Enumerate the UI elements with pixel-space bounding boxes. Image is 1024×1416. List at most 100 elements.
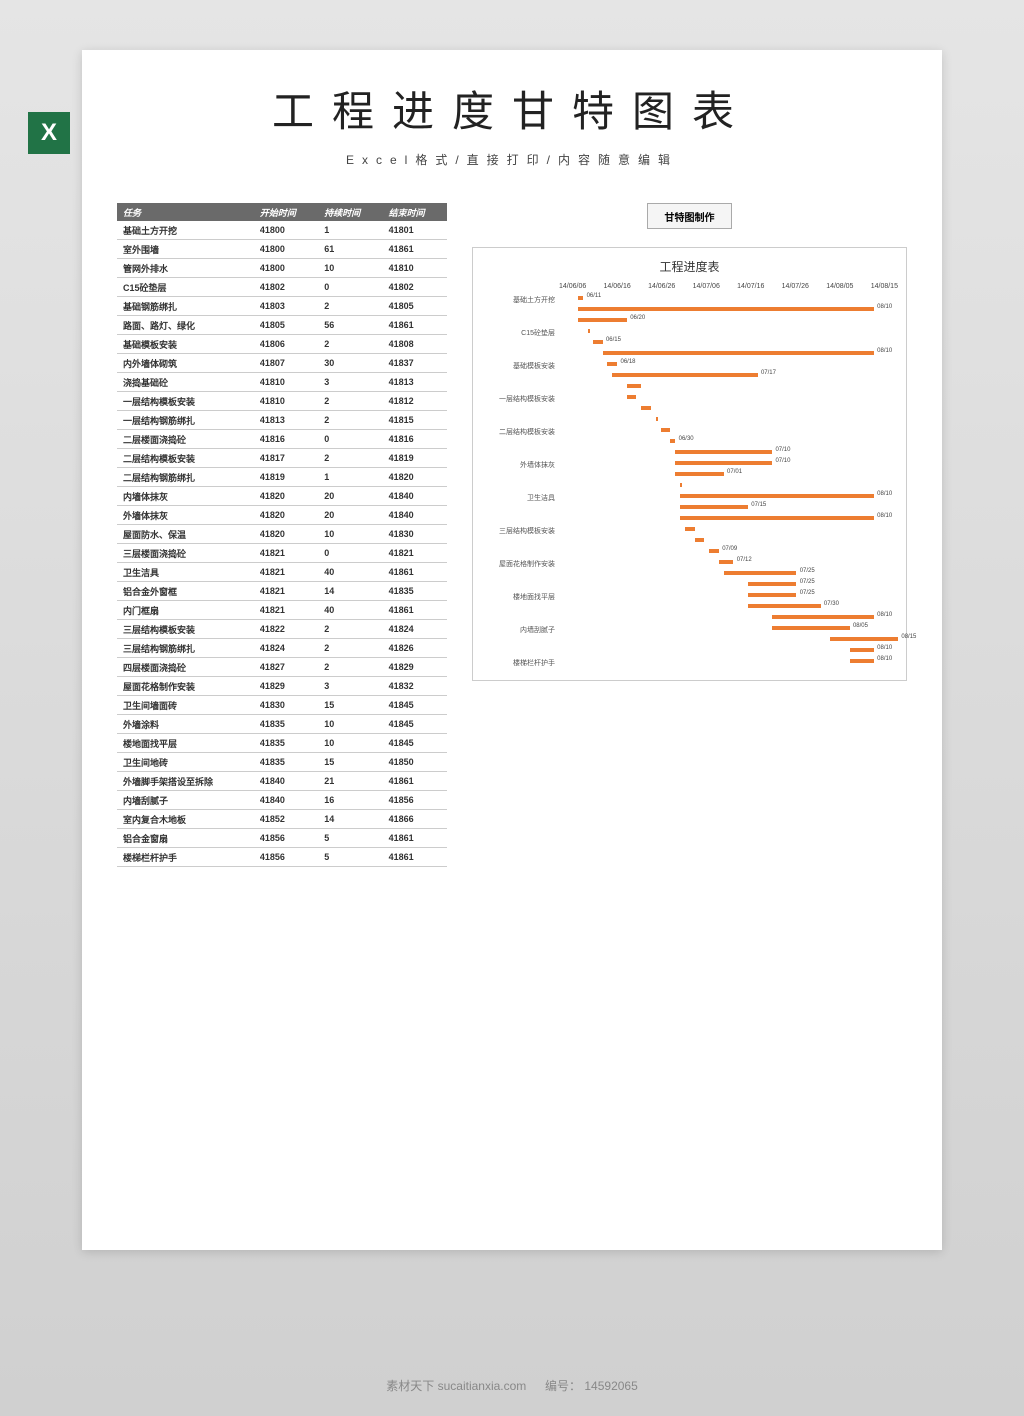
gantt-bar-area: 08/05 — [559, 624, 898, 635]
task-table-panel: 任务 开始时间 持续时间 结束时间 基础土方开挖41800141801室外围墙4… — [117, 203, 447, 867]
cell-task: 卫生间地砖 — [117, 753, 254, 772]
gantt-bar — [612, 373, 757, 377]
cell-end: 41824 — [383, 620, 447, 639]
cell-task: 室内复合木地板 — [117, 810, 254, 829]
table-row: 卫生间墙面砖418301541845 — [117, 696, 447, 715]
gantt-row: C15砼垫层 — [481, 327, 898, 338]
cell-start: 41817 — [254, 449, 318, 468]
table-row: C15砼垫层41802041802 — [117, 278, 447, 297]
gantt-bar — [724, 571, 797, 575]
cell-task: 外墙体抹灰 — [117, 506, 254, 525]
gantt-row: 07/30 — [481, 602, 898, 613]
axis-tick: 14/07/26 — [782, 283, 809, 290]
axis-tick: 14/07/06 — [693, 283, 720, 290]
gantt-bar-area: 08/15 — [559, 635, 898, 646]
cell-start: 41830 — [254, 696, 318, 715]
gantt-row: 08/10 — [481, 349, 898, 360]
table-row: 卫生间地砖418351541850 — [117, 753, 447, 772]
cell-end: 41861 — [383, 563, 447, 582]
cell-start: 41800 — [254, 221, 318, 240]
table-row: 屋面防水、保温418201041830 — [117, 525, 447, 544]
gantt-date-label: 08/10 — [877, 491, 892, 497]
gantt-row — [481, 536, 898, 547]
cell-task: 四层楼面浇捣砼 — [117, 658, 254, 677]
col-duration: 持续时间 — [318, 203, 382, 221]
gantt-bar-area: 08/10 — [559, 646, 898, 657]
gantt-bar — [670, 439, 675, 443]
table-row: 楼梯栏杆护手41856541861 — [117, 848, 447, 867]
cell-start: 41800 — [254, 259, 318, 278]
gantt-bar-area: 08/10 — [559, 657, 898, 668]
table-row: 三层楼面浇捣砼41821041821 — [117, 544, 447, 563]
cell-dur: 15 — [318, 696, 382, 715]
gantt-bar — [675, 450, 772, 454]
gantt-date-label: 07/30 — [824, 601, 839, 607]
footer-id-value: 14592065 — [584, 1379, 637, 1393]
table-row: 内门框扇418214041861 — [117, 601, 447, 620]
gantt-date-label: 07/25 — [800, 568, 815, 574]
gantt-bar-area: 07/30 — [559, 602, 898, 613]
gantt-task-label: 屋面花格制作安装 — [481, 559, 559, 569]
make-gantt-button[interactable]: 甘特图制作 — [647, 203, 732, 229]
gantt-row: 08/10 — [481, 613, 898, 624]
cell-start: 41813 — [254, 411, 318, 430]
cell-start: 41800 — [254, 240, 318, 259]
task-table: 任务 开始时间 持续时间 结束时间 基础土方开挖41800141801室外围墙4… — [117, 203, 447, 867]
gantt-bar — [680, 516, 874, 520]
gantt-bar — [748, 604, 821, 608]
cell-start: 41852 — [254, 810, 318, 829]
gantt-date-label: 07/10 — [775, 458, 790, 464]
cell-end: 41861 — [383, 601, 447, 620]
gantt-bar-area: 08/10 — [559, 349, 898, 360]
gantt-bar-area: 07/17 — [559, 371, 898, 382]
col-end: 结束时间 — [383, 203, 447, 221]
table-row: 路面、路灯、绿化418055641861 — [117, 316, 447, 335]
axis-tick: 14/06/06 — [559, 283, 586, 290]
gantt-bar-area: 08/10 — [559, 514, 898, 525]
cell-end: 41821 — [383, 544, 447, 563]
cell-task: 内墙刮腻子 — [117, 791, 254, 810]
gantt-bar-area: 07/01 — [559, 470, 898, 481]
gantt-row: 基础土方开挖06/11 — [481, 294, 898, 305]
cell-end: 41810 — [383, 259, 447, 278]
table-row: 二层结构钢筋绑扎41819141820 — [117, 468, 447, 487]
gantt-date-label: 07/25 — [800, 590, 815, 596]
cell-start: 41835 — [254, 753, 318, 772]
cell-end: 41826 — [383, 639, 447, 658]
gantt-task-label: 基础模板安装 — [481, 361, 559, 371]
gantt-row — [481, 415, 898, 426]
cell-start: 41835 — [254, 734, 318, 753]
cell-end: 41845 — [383, 696, 447, 715]
cell-dur: 2 — [318, 411, 382, 430]
cell-end: 41835 — [383, 582, 447, 601]
table-row: 外墙涂料418351041845 — [117, 715, 447, 734]
gantt-bar — [675, 472, 723, 476]
footer-link[interactable]: sucaitianxia.com — [438, 1379, 527, 1393]
cell-end: 41861 — [383, 240, 447, 259]
cell-task: 三层楼面浇捣砼 — [117, 544, 254, 563]
gantt-date-label: 07/25 — [800, 579, 815, 585]
cell-dur: 1 — [318, 468, 382, 487]
cell-end: 41840 — [383, 506, 447, 525]
table-row: 基础钢筋绑扎41803241805 — [117, 297, 447, 316]
page-footer: 素材天下 sucaitianxia.com 编号： 14592065 — [0, 1377, 1024, 1394]
cell-dur: 61 — [318, 240, 382, 259]
cell-start: 41840 — [254, 791, 318, 810]
gantt-row: 外墙体抹灰07/10 — [481, 459, 898, 470]
table-row: 一层结构模板安装41810241812 — [117, 392, 447, 411]
gantt-bar — [850, 648, 874, 652]
cell-task: 外墙涂料 — [117, 715, 254, 734]
gantt-bar — [578, 296, 583, 300]
cell-start: 41829 — [254, 677, 318, 696]
gantt-date-label: 07/15 — [751, 502, 766, 508]
gantt-row: 07/09 — [481, 547, 898, 558]
table-row: 浇捣基础砼41810341813 — [117, 373, 447, 392]
gantt-rows: 基础土方开挖06/1108/1006/20C15砼垫层06/1508/10基础模… — [481, 294, 898, 668]
gantt-date-label: 08/10 — [877, 513, 892, 519]
gantt-bar-area — [559, 525, 898, 536]
gantt-date-label: 07/10 — [775, 447, 790, 453]
gantt-task-label: C15砼垫层 — [481, 328, 559, 338]
cell-dur: 5 — [318, 829, 382, 848]
cell-start: 41856 — [254, 829, 318, 848]
gantt-bar-area: 06/11 — [559, 294, 898, 305]
